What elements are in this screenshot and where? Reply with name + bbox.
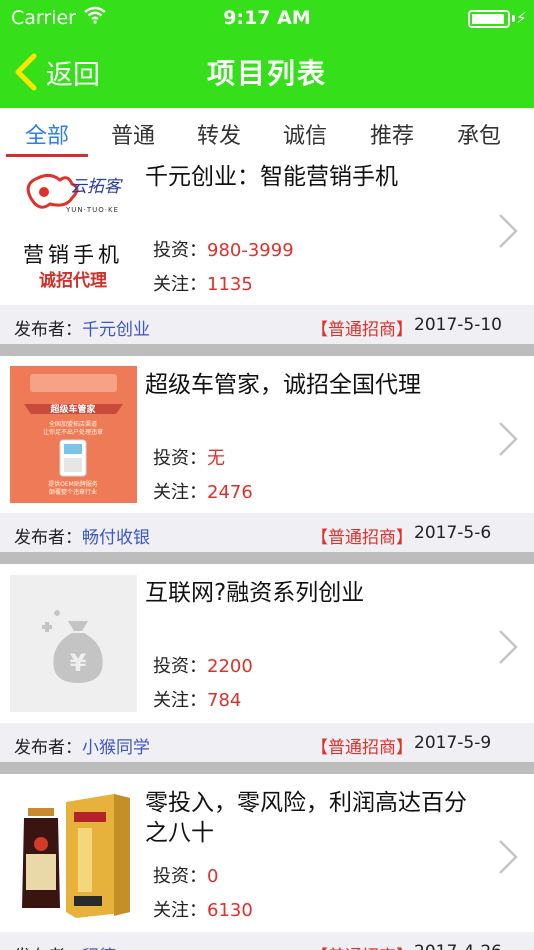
category-tag: 【普通招商】 bbox=[311, 320, 413, 340]
category-tag: 【普通招商】 bbox=[311, 942, 413, 950]
project-thumbnail: 超级车管家 全国加盟拓店渠道 让你足不出户处理违章 提供OEM贴牌服务 颠覆整个… bbox=[10, 366, 137, 503]
poster-line: 全国加盟拓店渠道 bbox=[49, 420, 97, 428]
project-thumbnail bbox=[10, 784, 137, 921]
category-tag: 【普通招商】 bbox=[311, 528, 413, 548]
chevron-right-icon bbox=[499, 840, 518, 874]
category-tag: 【普通招商】 bbox=[311, 738, 413, 758]
follow-value: 784 bbox=[207, 690, 242, 711]
tab-forward[interactable]: 转发 bbox=[178, 114, 260, 160]
battery-tip bbox=[512, 15, 515, 22]
invest-line: 投资：无 bbox=[153, 444, 225, 470]
follow-label: 关注： bbox=[153, 274, 207, 295]
follow-line: 关注：784 bbox=[153, 686, 241, 712]
follow-line: 关注：6130 bbox=[153, 896, 253, 922]
publisher-name[interactable]: 千元创业 bbox=[82, 320, 150, 340]
invest-line: 投资：2200 bbox=[153, 652, 253, 678]
status-time: 9:17 AM bbox=[223, 7, 311, 29]
follow-value: 6130 bbox=[207, 900, 253, 921]
tab-normal[interactable]: 普通 bbox=[92, 114, 174, 160]
invest-value: 无 bbox=[207, 448, 225, 469]
chevron-right-icon bbox=[499, 630, 518, 664]
project-card[interactable]: 云拓客 YUN·TUO·KE 营销手机 诚招代理 千元创业：智能营销手机 投资：… bbox=[0, 158, 534, 347]
svg-text:¥: ¥ bbox=[70, 649, 87, 677]
yuntuoke-logo: 云拓客 YUN·TUO·KE 营销手机 诚招代理 bbox=[23, 173, 123, 291]
tab-integrity[interactable]: 诚信 bbox=[264, 114, 346, 160]
follow-line: 关注：1135 bbox=[153, 270, 253, 296]
poster-line: 让你足不出户处理违章 bbox=[43, 428, 103, 436]
project-title: 零投入，零风险，利润高达百分之八十 bbox=[145, 790, 467, 846]
follow-label: 关注： bbox=[153, 690, 207, 711]
card-footer: 发布者：小猴同学 【普通招商】 2017-5-9 bbox=[0, 723, 534, 765]
project-card[interactable]: 零投入，零风险，利润高达百分之八十 投资：0 关注：6130 发布者：程德 【普… bbox=[0, 774, 534, 950]
active-tab-indicator bbox=[6, 154, 88, 157]
follow-value: 2476 bbox=[207, 482, 253, 503]
card-separator bbox=[0, 762, 534, 774]
charging-icon: ⚡ bbox=[516, 9, 527, 27]
publisher-line: 发布者：程德 bbox=[14, 942, 116, 950]
project-title: 互联网?融资系列创业 bbox=[145, 580, 365, 606]
publisher-name[interactable]: 畅付收银 bbox=[82, 528, 150, 548]
publish-date: 2017-5-6 bbox=[414, 523, 492, 543]
invest-label: 投资： bbox=[153, 656, 207, 677]
follow-label: 关注： bbox=[153, 482, 207, 503]
status-bar: Carrier 9:17 AM ⚡ bbox=[0, 0, 534, 38]
project-thumbnail: 云拓客 YUN·TUO·KE 营销手机 诚招代理 bbox=[10, 158, 137, 295]
chevron-right-icon bbox=[499, 422, 518, 456]
publisher-name[interactable]: 小猴同学 bbox=[82, 738, 150, 758]
project-card[interactable]: 超级车管家 全国加盟拓店渠道 让你足不出户处理违章 提供OEM贴牌服务 颠覆整个… bbox=[0, 356, 534, 555]
header-bar: Carrier 9:17 AM ⚡ 返回 项目列表 bbox=[0, 0, 534, 108]
battery-level bbox=[472, 14, 504, 24]
publisher-label: 发布者： bbox=[14, 528, 82, 548]
card-separator bbox=[0, 344, 534, 356]
liquor-product-image bbox=[10, 784, 137, 921]
logo-text: 云拓客 bbox=[70, 177, 123, 197]
publish-date: 2017-4-26 bbox=[414, 942, 502, 950]
card-separator bbox=[0, 552, 534, 564]
car-butler-poster: 超级车管家 全国加盟拓店渠道 让你足不出户处理违章 提供OEM贴牌服务 颠覆整个… bbox=[10, 366, 137, 503]
publisher-line: 发布者：千元创业 bbox=[14, 315, 150, 340]
screen: Carrier 9:17 AM ⚡ 返回 项目列表 全部 普通 转发 诚信 推荐… bbox=[0, 0, 534, 950]
follow-value: 1135 bbox=[207, 274, 253, 295]
project-card[interactable]: ¥ 互联网?融资系列创业 投资：2200 关注：784 发布者：小猴同学 【普通… bbox=[0, 564, 534, 765]
publisher-line: 发布者：畅付收银 bbox=[14, 523, 150, 548]
publisher-line: 发布者：小猴同学 bbox=[14, 733, 150, 758]
invest-value: 2200 bbox=[207, 656, 253, 677]
thumb-line2: 诚招代理 bbox=[39, 270, 107, 291]
invest-value: 980-3999 bbox=[207, 240, 294, 261]
follow-label: 关注： bbox=[153, 900, 207, 921]
page-title: 项目列表 bbox=[206, 57, 327, 90]
money-bag-placeholder-icon: ¥ bbox=[10, 575, 137, 712]
poster-bottom: 提供OEM贴牌服务 bbox=[48, 480, 98, 488]
card-footer: 发布者：程德 【普通招商】 2017-4-26 bbox=[0, 932, 534, 950]
follow-line: 关注：2476 bbox=[153, 478, 253, 504]
card-footer: 发布者：畅付收银 【普通招商】 2017-5-6 bbox=[0, 513, 534, 555]
poster-banner: 超级车管家 bbox=[49, 403, 96, 415]
publisher-label: 发布者： bbox=[14, 320, 82, 340]
invest-value: 0 bbox=[207, 866, 219, 887]
publish-date: 2017-5-9 bbox=[414, 733, 492, 753]
tab-contract[interactable]: 承包 bbox=[438, 114, 520, 160]
invest-label: 投资： bbox=[153, 240, 207, 261]
battery-icon bbox=[468, 10, 510, 28]
poster-bottom: 颠覆整个违章行业 bbox=[49, 488, 97, 496]
publisher-label: 发布者： bbox=[14, 738, 82, 758]
tab-recommend[interactable]: 推荐 bbox=[351, 114, 433, 160]
invest-label: 投资： bbox=[153, 448, 207, 469]
thumb-line1: 营销手机 bbox=[23, 243, 123, 267]
invest-line: 投资：0 bbox=[153, 862, 218, 888]
project-thumbnail: ¥ bbox=[10, 575, 137, 712]
chevron-right-icon bbox=[499, 214, 518, 248]
project-title: 超级车管家，诚招全国代理 bbox=[145, 372, 421, 398]
invest-label: 投资： bbox=[153, 866, 207, 887]
logo-subtext: YUN·TUO·KE bbox=[65, 206, 119, 214]
card-footer: 发布者：千元创业 【普通招商】 2017-5-10 bbox=[0, 305, 534, 347]
invest-line: 投资：980-3999 bbox=[153, 236, 294, 262]
publish-date: 2017-5-10 bbox=[414, 315, 502, 335]
project-title: 千元创业：智能营销手机 bbox=[145, 164, 398, 190]
